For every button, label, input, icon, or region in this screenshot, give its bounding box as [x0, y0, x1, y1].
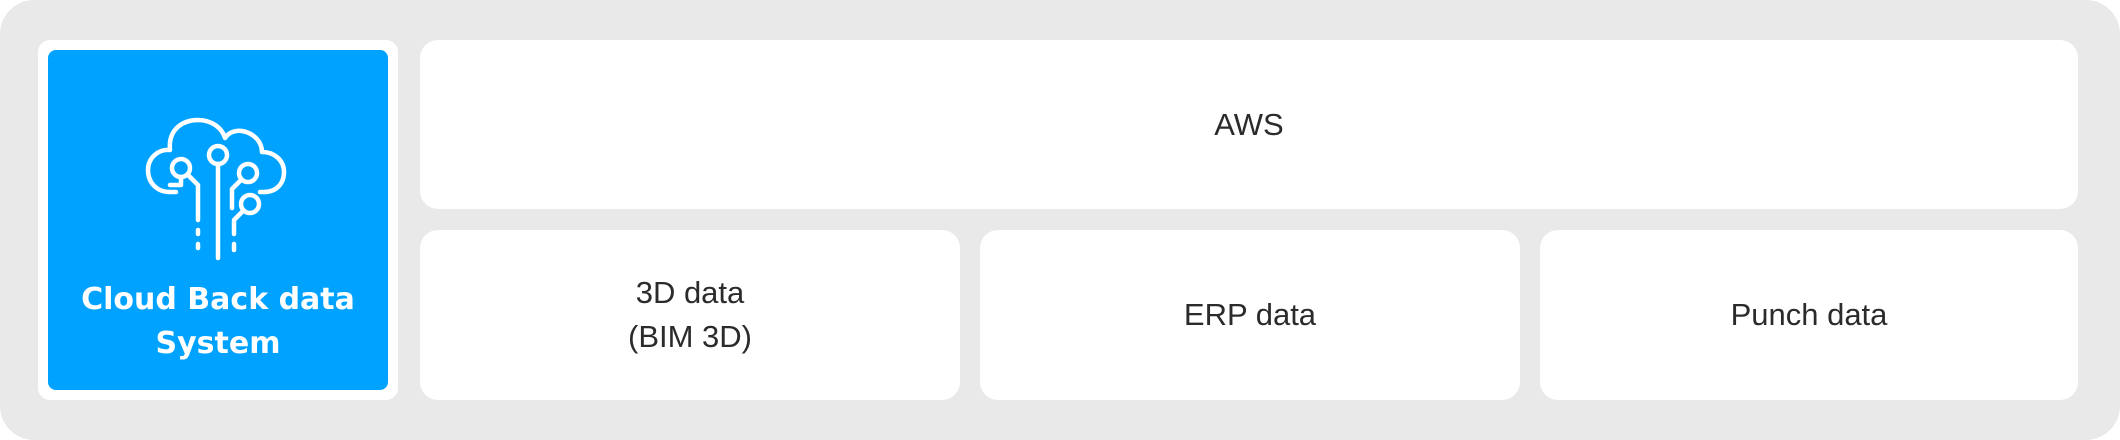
punch-data-label: Punch data: [1730, 297, 1888, 332]
system-card-label-line1: Cloud Back data: [81, 282, 355, 317]
aws-box: AWS: [420, 40, 2078, 209]
architecture-diagram: Cloud Back data System AWS 3D data (BIM …: [0, 0, 2120, 440]
erp-data-label: ERP data: [1183, 297, 1317, 332]
cloud-network-icon: [145, 117, 287, 261]
3d-data-label-line2: (BIM 3D): [628, 319, 752, 354]
erp-data-box: ERP data: [980, 230, 1520, 400]
system-card: Cloud Back data System: [38, 40, 398, 400]
3d-data-label-line1: 3D data: [635, 275, 745, 310]
punch-data-box: Punch data: [1540, 230, 2078, 400]
system-card-label: Cloud Back data System: [48, 278, 388, 366]
3d-data-box: 3D data (BIM 3D): [420, 230, 960, 400]
aws-label: AWS: [1214, 106, 1284, 142]
system-card-panel: Cloud Back data System: [48, 50, 388, 390]
3d-data-label: 3D data (BIM 3D): [628, 271, 752, 359]
system-card-label-line2: System: [155, 326, 281, 361]
